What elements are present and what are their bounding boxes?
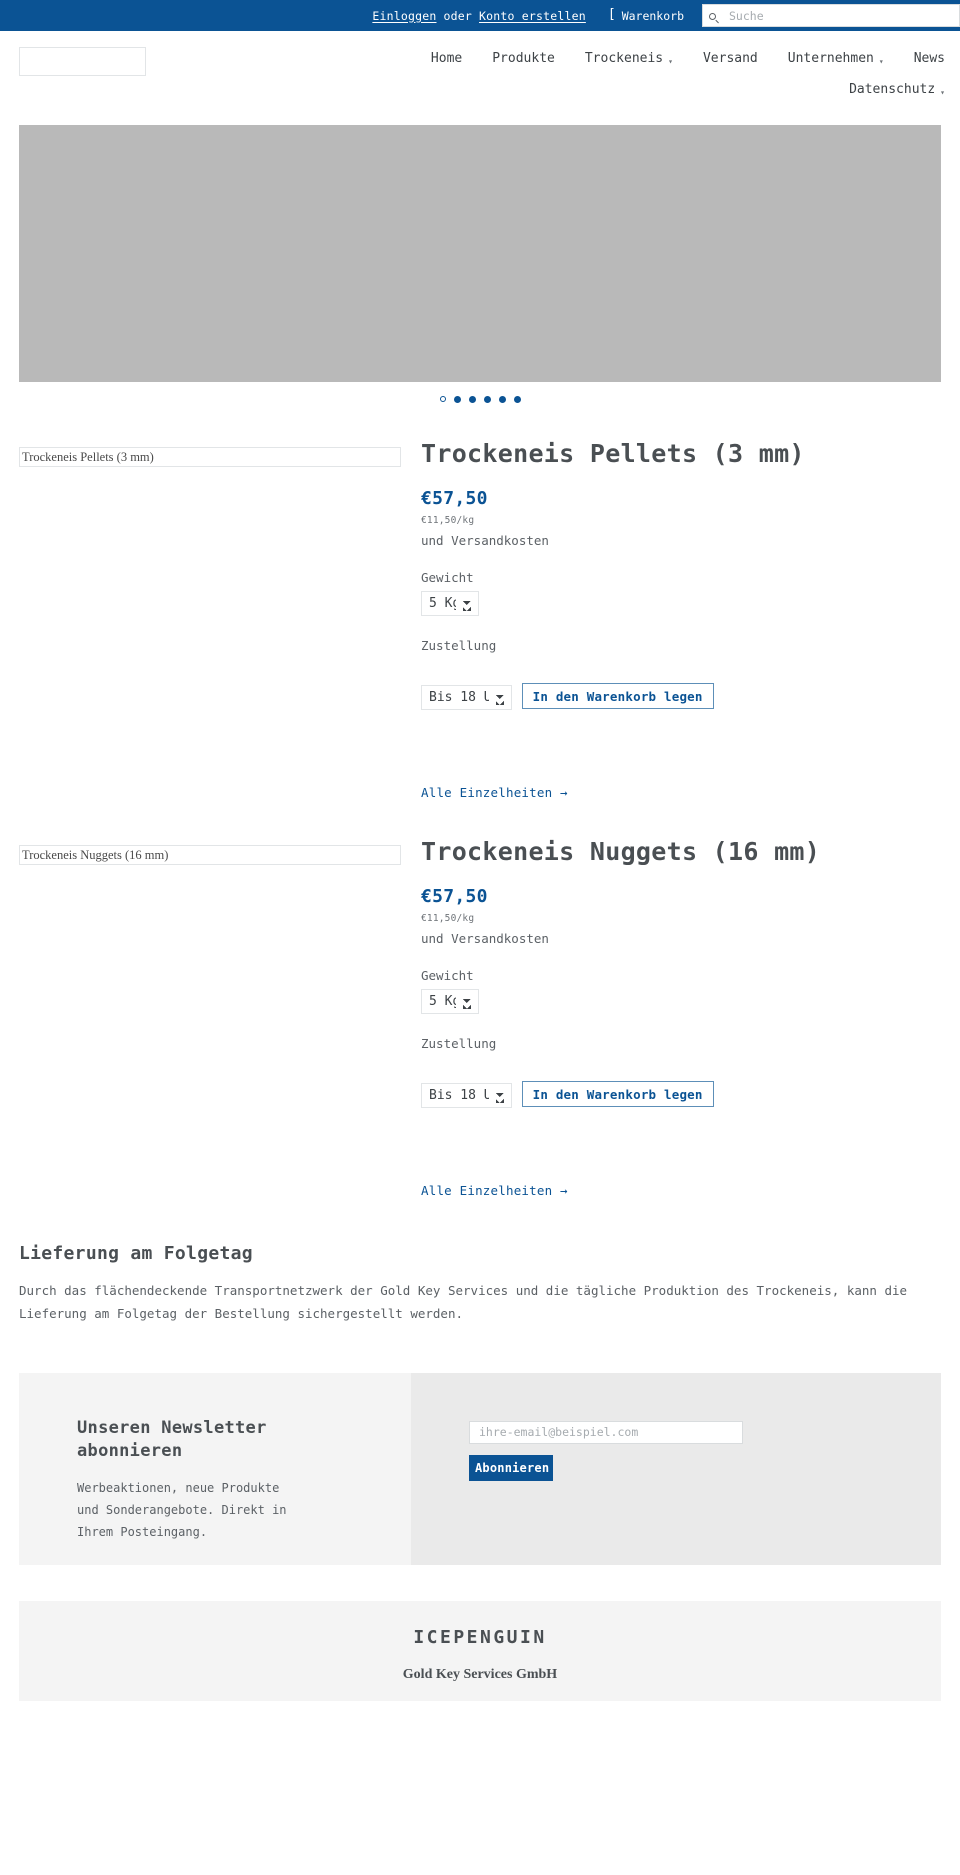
- nav-item-label: Home: [430, 51, 463, 66]
- shopping-cart-icon: [: [607, 7, 616, 22]
- chevron-down-icon: ▾: [878, 57, 884, 66]
- search-icon: [709, 12, 721, 25]
- main-navigation: Home Produkte Trockeneis ▾ Versand Unter…: [0, 31, 960, 108]
- cart-link[interactable]: [ Warenkorb: [607, 7, 684, 23]
- product-price: €57,50: [421, 488, 488, 510]
- carousel-dot-6[interactable]: [513, 395, 521, 403]
- nav-links: Home Produkte Trockeneis ▾ Versand Unter…: [330, 43, 960, 105]
- account-links: Einloggen oder Konto erstellen: [372, 9, 585, 23]
- search-input[interactable]: [727, 7, 953, 24]
- all-details-link[interactable]: Alle Einzelheiten →: [421, 1183, 568, 1198]
- product-unit-price: €11,50/kg: [421, 515, 475, 527]
- nav-item-produkte[interactable]: Produkte: [477, 43, 570, 74]
- nav-item-versand[interactable]: Versand: [688, 43, 773, 74]
- footer-brand: ICEPENGUIN: [413, 1626, 547, 1648]
- product-image[interactable]: Trockeneis Nuggets (16 mm): [19, 844, 401, 865]
- delivery-label: Zustellung: [421, 1036, 497, 1051]
- product-title: Trockeneis Pellets (3 mm): [421, 439, 805, 468]
- delivery-select[interactable]: Bis 18 Uhr: [421, 1082, 512, 1108]
- nav-item-label: Produkte: [492, 51, 555, 66]
- carousel-dot-5[interactable]: [498, 395, 506, 403]
- product-media: Trockeneis Pellets (3 mm): [19, 438, 401, 801]
- product-block-pellets: Trockeneis Pellets (3 mm) Trockeneis Pel…: [19, 438, 941, 801]
- search-box[interactable]: [702, 4, 960, 27]
- nav-item-trockeneis[interactable]: Trockeneis ▾: [570, 43, 688, 74]
- nav-item-news[interactable]: News: [899, 43, 960, 74]
- product-price: €57,50: [421, 886, 488, 907]
- nav-item-datenschutz[interactable]: Datenschutz ▾: [834, 74, 960, 105]
- top-utility-bar: Einloggen oder Konto erstellen [ Warenko…: [0, 0, 960, 31]
- chevron-down-icon: ▾: [668, 57, 673, 66]
- product-media: Trockeneis Nuggets (16 mm): [19, 836, 401, 1199]
- newsletter-email-input[interactable]: [469, 1420, 743, 1444]
- product-info: Trockeneis Nuggets (16 mm) €57,50 €11,50…: [401, 836, 941, 1199]
- all-details-link[interactable]: Alle Einzelheiten →: [421, 785, 568, 800]
- or-separator: oder: [443, 8, 472, 23]
- delivery-label: Zustellung: [421, 638, 497, 654]
- weight-label: Gewicht: [421, 570, 474, 586]
- login-link[interactable]: Einloggen: [372, 9, 436, 23]
- info-body: Durch das flächendeckende Transportnetzw…: [19, 1282, 908, 1321]
- product-unit-price: €11,50/kg: [421, 913, 475, 924]
- newsletter-section: Unseren Newsletter abonnieren Werbeaktio…: [19, 1372, 941, 1565]
- product-info: Trockeneis Pellets (3 mm) €57,50 €11,50/…: [401, 438, 941, 801]
- product-image[interactable]: Trockeneis Pellets (3 mm): [19, 447, 401, 467]
- weight-select[interactable]: 5 Kg: [421, 591, 479, 617]
- nav-item-label: Datenschutz: [849, 82, 936, 97]
- carousel-dot-3[interactable]: [468, 395, 476, 403]
- shipping-note: und Versandkosten: [421, 931, 549, 946]
- carousel-dot-4[interactable]: [483, 395, 491, 403]
- info-title: Lieferung am Folgetag: [19, 1242, 253, 1264]
- cart-label: Warenkorb: [621, 8, 684, 23]
- product-block-nuggets: Trockeneis Nuggets (16 mm) Trockeneis Nu…: [19, 836, 941, 1199]
- nav-item-home[interactable]: Home: [416, 43, 477, 74]
- nav-item-label: Versand: [702, 51, 758, 66]
- site-logo[interactable]: [19, 47, 146, 76]
- newsletter-copy: Unseren Newsletter abonnieren Werbeaktio…: [19, 1372, 411, 1565]
- newsletter-subtitle: Werbeaktionen, neue Produkte und Sondera…: [77, 1480, 287, 1539]
- carousel-dot-2[interactable]: [453, 395, 461, 403]
- create-account-link[interactable]: Konto erstellen: [479, 9, 586, 23]
- hero-carousel[interactable]: [19, 125, 941, 382]
- shipping-note: und Versandkosten: [421, 533, 549, 549]
- carousel-dot-1[interactable]: [439, 396, 446, 402]
- carousel-dots: [0, 384, 960, 414]
- nav-item-label: Trockeneis: [584, 51, 664, 66]
- info-section: Lieferung am Folgetag Durch das flächend…: [19, 1243, 941, 1325]
- weight-select[interactable]: 5 Kg: [421, 989, 479, 1014]
- weight-label: Gewicht: [421, 968, 474, 983]
- chevron-down-icon: ▾: [940, 88, 945, 97]
- add-to-cart-button[interactable]: In den Warenkorb legen: [521, 683, 714, 710]
- nav-item-label: News: [913, 51, 945, 66]
- newsletter-form: Abonnieren: [411, 1372, 941, 1565]
- nav-item-label: Unternehmen: [787, 51, 874, 66]
- nav-item-unternehmen[interactable]: Unternehmen ▾: [773, 43, 899, 74]
- product-title: Trockeneis Nuggets (16 mm): [421, 836, 821, 866]
- newsletter-title: Unseren Newsletter abonnieren: [77, 1417, 267, 1461]
- footer-company-name: Gold Key Services GmbH: [402, 1666, 558, 1682]
- newsletter-subscribe-button[interactable]: Abonnieren: [469, 1454, 553, 1481]
- site-footer: ICEPENGUIN Gold Key Services GmbH: [19, 1600, 941, 1701]
- delivery-select[interactable]: Bis 18 Uhr: [421, 684, 512, 710]
- add-to-cart-button[interactable]: In den Warenkorb legen: [521, 1081, 714, 1107]
